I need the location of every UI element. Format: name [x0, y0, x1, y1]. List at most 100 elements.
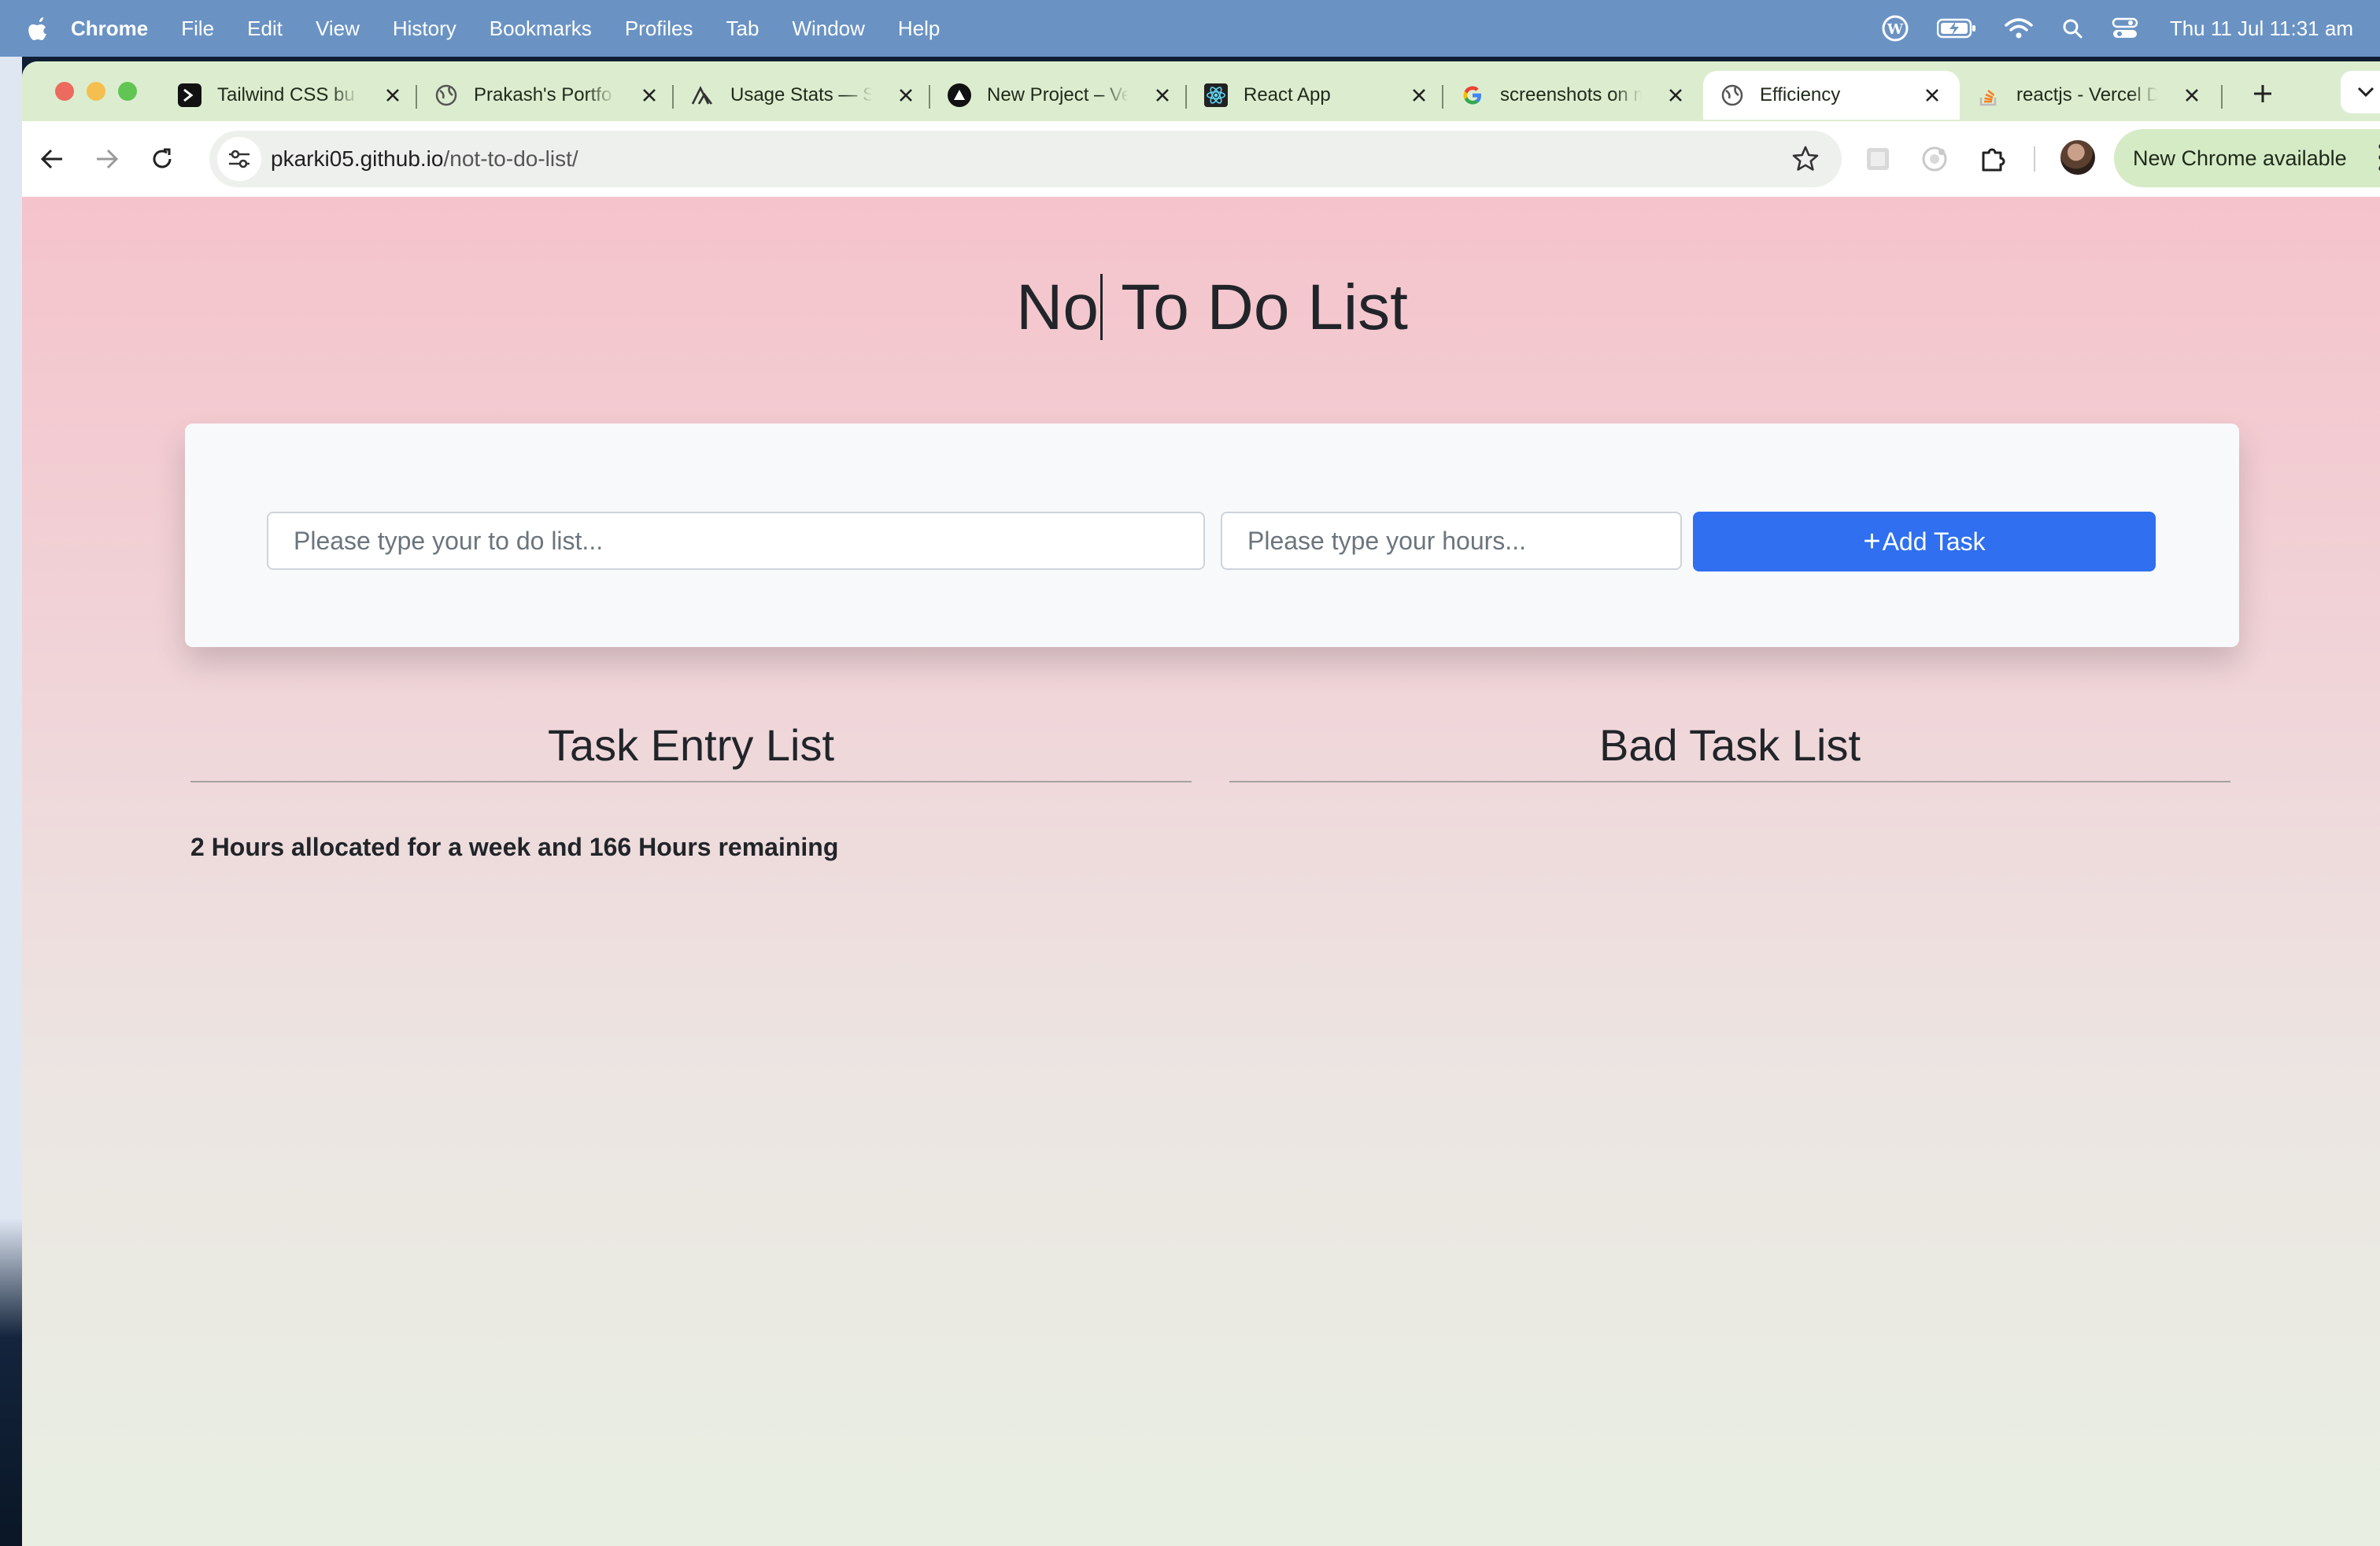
- address-bar[interactable]: pkarki05.github.io/not-to-do-list/: [209, 131, 1842, 187]
- menu-tab[interactable]: Tab: [726, 17, 759, 41]
- plus-icon: [2254, 85, 2271, 102]
- tab-separator: [2221, 85, 2223, 109]
- google-icon: [1461, 83, 1484, 107]
- extension-camera-icon[interactable]: [1917, 142, 1952, 176]
- vercel-icon: [948, 83, 971, 107]
- arrow-left-icon: [40, 149, 62, 169]
- title-part-rest: To Do List: [1103, 272, 1408, 343]
- tab-title: Efficiency: [1760, 84, 1841, 105]
- back-button[interactable]: [33, 140, 71, 178]
- tab-screenshots[interactable]: screenshots on m: [1443, 71, 1703, 120]
- apple-icon[interactable]: [28, 16, 50, 41]
- site-info-button[interactable]: [217, 137, 261, 181]
- control-center-icon[interactable]: [2112, 17, 2138, 39]
- menu-history[interactable]: History: [393, 17, 456, 41]
- browser-toolbar: pkarki05.github.io/not-to-do-list/ New C…: [22, 121, 2380, 198]
- browser-window: Tailwind CSS bu Prakash's Portfo Usage S…: [22, 61, 2380, 1546]
- address-url[interactable]: pkarki05.github.io/not-to-do-list/: [271, 146, 578, 172]
- window-zoom-button[interactable]: [118, 82, 137, 101]
- window-minimize-button[interactable]: [87, 82, 105, 101]
- more-vertical-icon: [2378, 144, 2380, 171]
- tab-reactjs-vercel[interactable]: reactjs - Vercel D: [1960, 71, 2219, 120]
- bad-task-list-title: Bad Task List: [1598, 720, 1861, 770]
- hours-input[interactable]: [1221, 512, 1682, 570]
- close-icon[interactable]: [1664, 83, 1687, 107]
- globe-icon: [1720, 83, 1744, 107]
- forward-button[interactable]: [88, 140, 126, 178]
- tab-new-project[interactable]: New Project – Ve: [930, 71, 1190, 120]
- spotlight-search-icon[interactable]: [2061, 17, 2083, 39]
- task-input[interactable]: [267, 512, 1205, 570]
- menubar-clock[interactable]: Thu 11 Jul 11:31 am: [2170, 17, 2353, 41]
- close-icon[interactable]: [1407, 83, 1431, 107]
- menu-view[interactable]: View: [316, 17, 360, 41]
- globe-icon: [434, 83, 458, 107]
- text-cursor: [1099, 274, 1103, 340]
- close-icon[interactable]: [1920, 83, 1944, 107]
- page-content: No To Do List +Add Task Task Entry List …: [22, 197, 2380, 1546]
- profile-avatar[interactable]: [2060, 140, 2095, 175]
- menu-edit[interactable]: Edit: [247, 17, 283, 41]
- svg-text:W: W: [1887, 21, 1904, 38]
- close-icon[interactable]: [1151, 83, 1174, 107]
- tab-usage-stats[interactable]: Usage Stats — S: [674, 71, 933, 120]
- tab-title: Prakash's Portfo: [474, 84, 612, 105]
- bad-task-divider: [1229, 781, 2230, 782]
- new-tab-button[interactable]: [2243, 74, 2282, 113]
- new-chrome-label: New Chrome available: [2133, 146, 2347, 170]
- menu-bookmarks[interactable]: Bookmarks: [490, 17, 592, 41]
- url-host: pkarki05.github.io: [271, 146, 444, 171]
- tab-title: reactjs - Vercel D: [2016, 84, 2158, 105]
- chevron-down-icon: [2357, 87, 2374, 98]
- close-icon[interactable]: [894, 83, 918, 107]
- tab-title: screenshots on m: [1500, 84, 1642, 105]
- terminal-icon: [178, 83, 201, 107]
- page-title: No To Do List: [22, 271, 2380, 345]
- hours-summary: 2 Hours allocated for a week and 166 Hou…: [190, 833, 839, 861]
- battery-icon[interactable]: [1936, 18, 1976, 39]
- menu-help[interactable]: Help: [898, 17, 940, 41]
- tab-title: New Project – Ve: [987, 84, 1129, 105]
- close-icon[interactable]: [2180, 83, 2204, 107]
- tab-search-button[interactable]: [2341, 71, 2380, 113]
- task-entry-divider: [190, 781, 1192, 782]
- plus-icon: +: [1863, 524, 1881, 558]
- new-chrome-available-button[interactable]: New Chrome available: [2114, 129, 2380, 187]
- tab-tailwind[interactable]: Tailwind CSS bu: [161, 71, 420, 120]
- close-icon[interactable]: [381, 83, 405, 107]
- extension-icon[interactable]: [1861, 142, 1895, 176]
- add-task-button[interactable]: + Add Task: [1693, 512, 2156, 571]
- mountain-icon: [691, 83, 715, 107]
- extensions-puzzle-icon[interactable]: [1975, 142, 2010, 176]
- bookmark-star-icon[interactable]: [1791, 145, 1820, 173]
- menu-app-chrome[interactable]: Chrome: [71, 17, 148, 41]
- desktop-background: [0, 57, 22, 1546]
- tab-title: React App: [1244, 84, 1331, 105]
- tab-title: Tailwind CSS bu: [217, 84, 355, 105]
- arrow-right-icon: [97, 149, 119, 169]
- task-form-card: +Add Task: [185, 423, 2239, 647]
- menu-bar: Chrome File Edit View History Bookmarks …: [0, 0, 2380, 57]
- close-icon[interactable]: [638, 83, 661, 107]
- tab-react-app[interactable]: React App: [1187, 71, 1447, 120]
- tab-portfolio[interactable]: Prakash's Portfo: [417, 71, 677, 120]
- window-close-button[interactable]: [55, 82, 74, 101]
- add-task-label: Add Task: [1882, 527, 1986, 556]
- menu-file[interactable]: File: [181, 17, 214, 41]
- react-icon: [1204, 83, 1228, 107]
- tab-efficiency[interactable]: Efficiency: [1703, 71, 1960, 120]
- stackoverflow-icon: [1977, 83, 2001, 107]
- menu-window[interactable]: Window: [792, 17, 864, 41]
- toolbar-divider: [2034, 146, 2035, 172]
- task-entry-list-title: Task Entry List: [547, 720, 835, 770]
- tab-strip: Tailwind CSS bu Prakash's Portfo Usage S…: [22, 61, 2380, 121]
- menu-profiles[interactable]: Profiles: [625, 17, 693, 41]
- title-part-no: No: [1016, 272, 1099, 343]
- url-path: /not-to-do-list/: [443, 146, 578, 171]
- tune-icon: [229, 150, 249, 168]
- reload-button[interactable]: [143, 140, 181, 178]
- reload-icon: [153, 148, 172, 168]
- tab-title: Usage Stats — S: [730, 84, 872, 105]
- wifi-icon[interactable]: [2005, 17, 2033, 39]
- wordpress-icon[interactable]: W: [1882, 15, 1909, 42]
